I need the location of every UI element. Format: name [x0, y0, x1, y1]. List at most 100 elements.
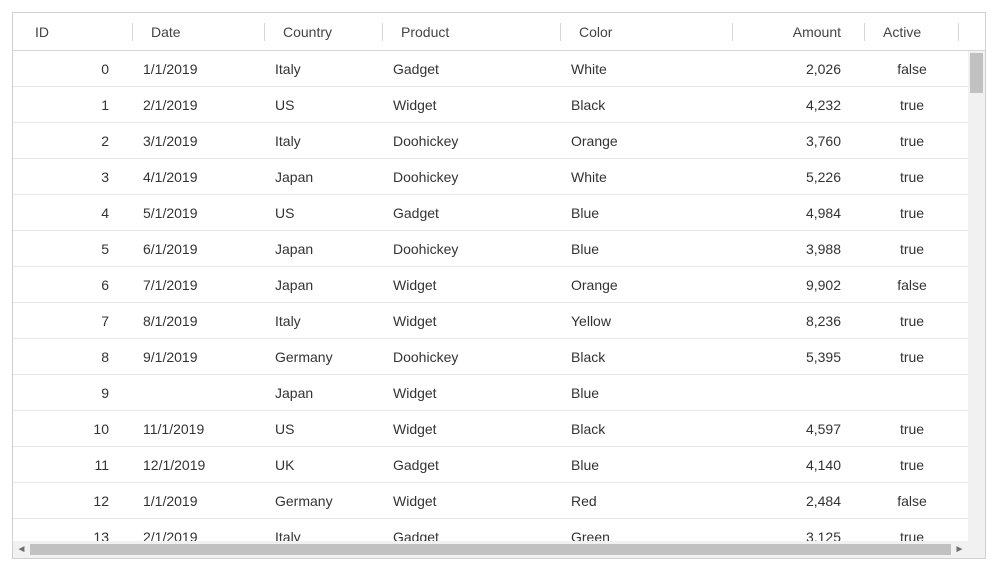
cell-product[interactable]: Widget: [383, 413, 561, 445]
cell-country[interactable]: US: [265, 197, 383, 229]
cell-id[interactable]: 0: [13, 53, 133, 85]
cell-id[interactable]: 1: [13, 89, 133, 121]
cell-amount[interactable]: 3,125: [733, 521, 865, 542]
cell-product[interactable]: Widget: [383, 377, 561, 409]
cell-country[interactable]: Germany: [265, 485, 383, 517]
cell-amount[interactable]: 4,140: [733, 449, 865, 481]
cell-active[interactable]: true: [865, 161, 959, 193]
cell-product[interactable]: Doohickey: [383, 125, 561, 157]
cell-country[interactable]: Italy: [265, 125, 383, 157]
cell-id[interactable]: 10: [13, 413, 133, 445]
cell-color[interactable]: Yellow: [561, 305, 733, 337]
cell-color[interactable]: Black: [561, 413, 733, 445]
cell-product[interactable]: Widget: [383, 269, 561, 301]
cell-id[interactable]: 6: [13, 269, 133, 301]
horizontal-scrollbar[interactable]: ◄ ►: [13, 541, 985, 558]
cell-id[interactable]: 5: [13, 233, 133, 265]
table-row[interactable]: 01/1/2019ItalyGadgetWhite2,026false: [13, 51, 968, 87]
cell-product[interactable]: Gadget: [383, 449, 561, 481]
cell-date[interactable]: 8/1/2019: [133, 305, 265, 337]
cell-active[interactable]: false: [865, 53, 959, 85]
cell-id[interactable]: 3: [13, 161, 133, 193]
cell-color[interactable]: Blue: [561, 197, 733, 229]
vertical-scrollbar[interactable]: [968, 51, 985, 541]
column-header-country[interactable]: Country: [265, 15, 383, 49]
cell-date[interactable]: 12/1/2019: [133, 449, 265, 481]
data-grid[interactable]: ID Date Country Product Color Amount Act…: [12, 12, 986, 559]
cell-product[interactable]: Widget: [383, 305, 561, 337]
cell-amount[interactable]: 4,232: [733, 89, 865, 121]
table-row[interactable]: 132/1/2019ItalyGadgetGreen3,125true: [13, 519, 968, 541]
cell-id[interactable]: 7: [13, 305, 133, 337]
cell-active[interactable]: true: [865, 197, 959, 229]
cell-active[interactable]: false: [865, 485, 959, 517]
column-header-color[interactable]: Color: [561, 15, 733, 49]
cell-date[interactable]: 7/1/2019: [133, 269, 265, 301]
cell-id[interactable]: 2: [13, 125, 133, 157]
table-row[interactable]: 78/1/2019ItalyWidgetYellow8,236true: [13, 303, 968, 339]
cell-id[interactable]: 13: [13, 521, 133, 542]
cell-amount[interactable]: 4,984: [733, 197, 865, 229]
horizontal-scrollbar-track[interactable]: [30, 541, 951, 558]
cell-id[interactable]: 12: [13, 485, 133, 517]
cell-country[interactable]: US: [265, 89, 383, 121]
cell-color[interactable]: Orange: [561, 269, 733, 301]
column-header-amount[interactable]: Amount: [733, 15, 865, 49]
cell-date[interactable]: 11/1/2019: [133, 413, 265, 445]
cell-color[interactable]: Black: [561, 89, 733, 121]
cell-product[interactable]: Gadget: [383, 53, 561, 85]
cell-product[interactable]: Doohickey: [383, 341, 561, 373]
cell-active[interactable]: [865, 385, 959, 401]
cell-amount[interactable]: 2,026: [733, 53, 865, 85]
cell-date[interactable]: 4/1/2019: [133, 161, 265, 193]
column-header-id[interactable]: ID: [13, 15, 133, 49]
cell-country[interactable]: Japan: [265, 233, 383, 265]
scroll-left-arrow-icon[interactable]: ◄: [13, 541, 30, 558]
cell-active[interactable]: true: [865, 413, 959, 445]
cell-product[interactable]: Widget: [383, 485, 561, 517]
cell-date[interactable]: 1/1/2019: [133, 485, 265, 517]
cell-color[interactable]: Black: [561, 341, 733, 373]
table-row[interactable]: 56/1/2019JapanDoohickeyBlue3,988true: [13, 231, 968, 267]
cell-amount[interactable]: 5,226: [733, 161, 865, 193]
cell-amount[interactable]: 8,236: [733, 305, 865, 337]
cell-product[interactable]: Doohickey: [383, 161, 561, 193]
cell-country[interactable]: Italy: [265, 53, 383, 85]
cell-date[interactable]: 9/1/2019: [133, 341, 265, 373]
cell-amount[interactable]: 4,597: [733, 413, 865, 445]
cell-date[interactable]: [133, 385, 265, 401]
table-rows-area[interactable]: 01/1/2019ItalyGadgetWhite2,026false12/1/…: [13, 51, 968, 541]
cell-country[interactable]: Japan: [265, 161, 383, 193]
cell-country[interactable]: Japan: [265, 269, 383, 301]
cell-active[interactable]: true: [865, 89, 959, 121]
column-header-date[interactable]: Date: [133, 15, 265, 49]
table-row[interactable]: 12/1/2019USWidgetBlack4,232true: [13, 87, 968, 123]
cell-id[interactable]: 4: [13, 197, 133, 229]
cell-active[interactable]: true: [865, 341, 959, 373]
cell-color[interactable]: White: [561, 161, 733, 193]
cell-date[interactable]: 2/1/2019: [133, 89, 265, 121]
cell-color[interactable]: Green: [561, 521, 733, 542]
table-row[interactable]: 89/1/2019GermanyDoohickeyBlack5,395true: [13, 339, 968, 375]
table-row[interactable]: 9JapanWidgetBlue: [13, 375, 968, 411]
cell-active[interactable]: true: [865, 305, 959, 337]
cell-date[interactable]: 3/1/2019: [133, 125, 265, 157]
table-row[interactable]: 1112/1/2019UKGadgetBlue4,140true: [13, 447, 968, 483]
cell-active[interactable]: true: [865, 521, 959, 542]
cell-country[interactable]: Germany: [265, 341, 383, 373]
cell-id[interactable]: 9: [13, 377, 133, 409]
cell-date[interactable]: 5/1/2019: [133, 197, 265, 229]
cell-country[interactable]: Italy: [265, 305, 383, 337]
cell-product[interactable]: Gadget: [383, 521, 561, 542]
cell-amount[interactable]: [733, 385, 865, 401]
column-header-active[interactable]: Active: [865, 15, 959, 49]
cell-active[interactable]: true: [865, 449, 959, 481]
scroll-right-arrow-icon[interactable]: ►: [951, 541, 968, 558]
cell-color[interactable]: Blue: [561, 233, 733, 265]
horizontal-scrollbar-thumb[interactable]: [30, 544, 951, 555]
cell-country[interactable]: UK: [265, 449, 383, 481]
cell-amount[interactable]: 5,395: [733, 341, 865, 373]
cell-color[interactable]: White: [561, 53, 733, 85]
cell-color[interactable]: Orange: [561, 125, 733, 157]
cell-date[interactable]: 1/1/2019: [133, 53, 265, 85]
